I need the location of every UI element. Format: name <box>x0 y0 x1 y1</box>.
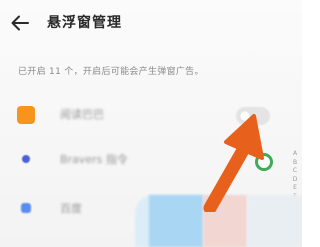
alpha-index-letter[interactable]: A <box>289 150 301 159</box>
alpha-index-letter[interactable]: D <box>289 176 301 185</box>
alpha-index-letter[interactable]: C <box>289 167 301 176</box>
back-arrow-icon[interactable] <box>10 14 30 32</box>
app-label: 百度 <box>60 202 82 215</box>
app-label: 阅读巴巴 <box>60 108 104 121</box>
app-label: Bravers 指令 <box>60 153 128 166</box>
alpha-index-letter[interactable]: E <box>289 184 301 193</box>
floating-window-management-screen: 悬浮窗管理 已开启 11 个，开启后可能会产生弹窗广告。 阅读巴巴 Braver… <box>0 0 302 247</box>
alpha-index-letter[interactable]: B <box>289 159 301 168</box>
app-icon <box>17 106 35 124</box>
top-bar: 悬浮窗管理 <box>0 0 302 46</box>
app-icon <box>22 155 30 163</box>
page-title: 悬浮窗管理 <box>47 15 122 31</box>
annotation-arrow-icon <box>190 112 280 215</box>
summary-text: 已开启 11 个，开启后可能会产生弹窗广告。 <box>18 67 204 77</box>
app-icon <box>21 203 31 213</box>
